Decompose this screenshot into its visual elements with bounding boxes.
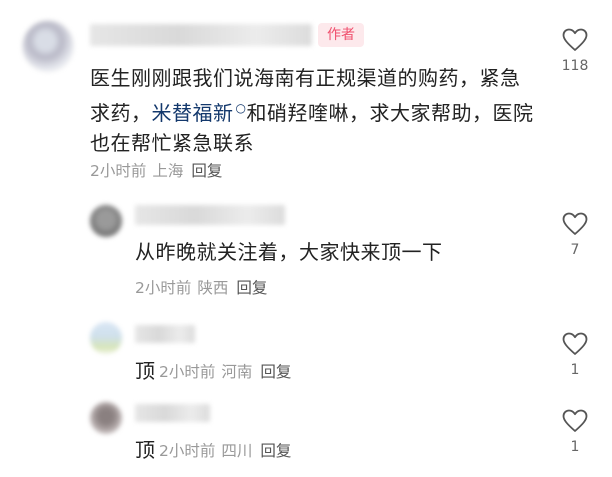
reply-button[interactable]: 回复 [260,363,291,381]
reply-text: 顶 [135,359,155,383]
like-count: 118 [561,58,589,74]
heart-outline-icon [562,212,588,235]
reply-text: 顶 [135,438,155,462]
search-link-icon: ○ [235,101,247,115]
heart-outline-icon [562,28,588,51]
like-button[interactable]: 1 [560,332,590,378]
username-blurred[interactable] [135,325,195,343]
reply-button[interactable]: 回复 [236,279,267,297]
avatar[interactable] [90,322,122,354]
avatar[interactable] [22,20,74,72]
avatar[interactable] [90,205,122,237]
username-blurred[interactable] [90,24,312,46]
reply-row: 顶 2小时前 河南 回复 [135,361,291,382]
heart-outline-icon [562,332,588,355]
reply-location: 陕西 [197,279,229,297]
reply-time: 2小时前 [135,279,192,297]
comment-time: 2小时前 [90,162,147,180]
username-blurred[interactable] [135,404,210,422]
comment-location: 上海 [152,162,184,180]
reply-location: 四川 [221,442,253,460]
comment-text: 医生刚刚跟我们说海南有正规渠道的购药，紧急求药，米替福新 ○和硝羟喹啉，求大家帮助… [90,63,540,158]
reply-time: 2小时前 [159,363,216,381]
reply-text: 从昨晚就关注着，大家快来顶一下 [135,240,443,264]
drug-search-link-label[interactable]: 米替福新 [152,101,234,125]
reply-row: 顶 2小时前 四川 回复 [135,440,291,461]
like-count: 7 [570,242,580,258]
reply-meta: 2小时前 陕西 回复 [135,278,267,298]
like-button[interactable]: 1 [560,409,590,455]
like-count: 1 [570,439,580,455]
heart-outline-icon [562,409,588,432]
drug-search-link[interactable]: 米替福新 ○ [152,101,247,125]
like-button[interactable]: 7 [560,212,590,258]
like-count: 1 [570,362,580,378]
reply-time: 2小时前 [159,442,216,460]
reply-button[interactable]: 回复 [191,162,222,180]
like-button[interactable]: 118 [560,28,590,74]
username-blurred[interactable] [135,205,285,225]
avatar[interactable] [90,402,122,434]
author-badge: 作者 [318,23,364,47]
comment-meta: 2小时前 上海 回复 [90,161,222,181]
reply-button[interactable]: 回复 [260,442,291,460]
reply-location: 河南 [221,363,253,381]
